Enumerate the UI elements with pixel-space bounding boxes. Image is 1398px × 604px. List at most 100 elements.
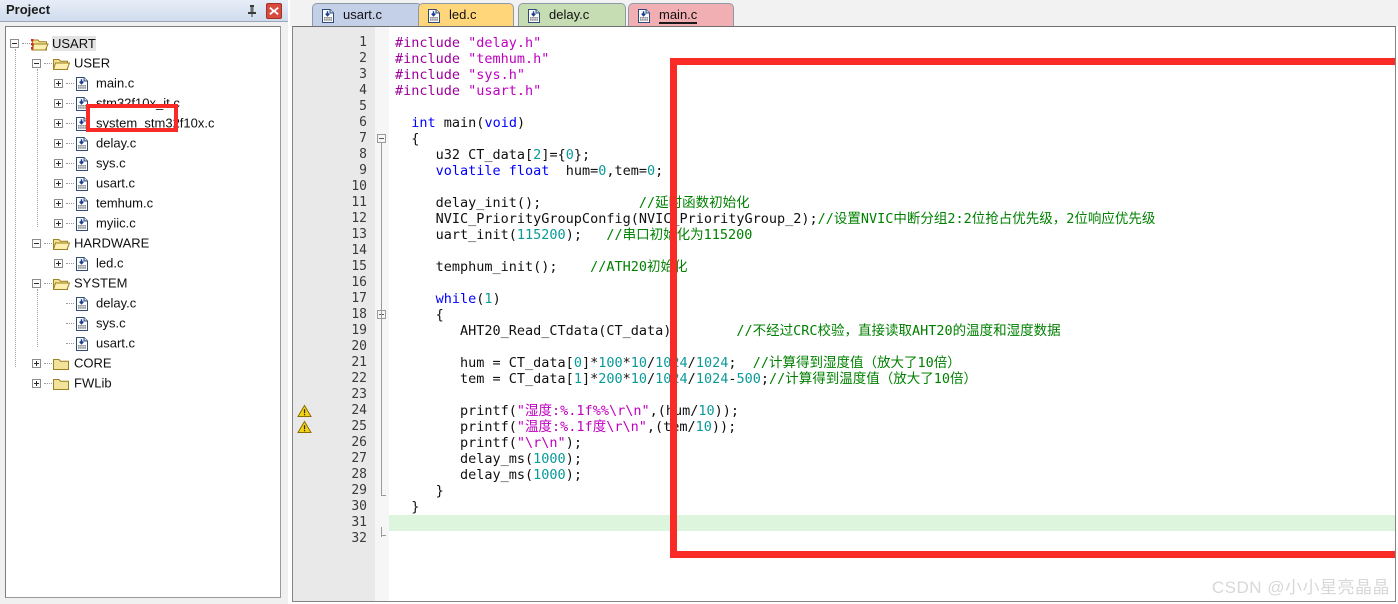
code-line[interactable] — [395, 387, 403, 403]
code-line[interactable]: printf("\r\n"); — [395, 435, 582, 451]
code-line[interactable]: uart_init(115200); //串口初始化为115200 — [395, 227, 753, 243]
code-line[interactable]: #include "temhum.h" — [395, 51, 549, 67]
tree-item-label: HARDWARE — [74, 235, 150, 251]
tree-item-label: USER — [74, 55, 111, 71]
tree-item-delay-c[interactable]: delay.c — [54, 293, 136, 313]
code-line[interactable] — [395, 531, 403, 547]
code-line[interactable] — [395, 339, 403, 355]
warning-icon[interactable] — [297, 404, 313, 418]
code-line[interactable] — [395, 243, 403, 259]
code-line[interactable]: hum = CT_data[0]*100*10/1024/1024; //计算得… — [395, 355, 961, 371]
tree-expander-icon[interactable] — [54, 99, 63, 109]
tree-item-main-c[interactable]: main.c — [54, 73, 134, 93]
tree-item-sys-c[interactable]: sys.c — [54, 313, 126, 333]
tree-item-myiic-c[interactable]: myiic.c — [54, 213, 136, 233]
code-line[interactable]: printf("湿度:%.1f%%\r\n",(hum/10)); — [395, 403, 739, 419]
tab-label: main.c — [659, 7, 698, 24]
tree-expander-icon[interactable] — [54, 79, 63, 89]
tree-item-temhum-c[interactable]: temhum.c — [54, 193, 153, 213]
code-line[interactable]: tem = CT_data[1]*200*10/1024/1024-500;//… — [395, 371, 977, 387]
code-line[interactable]: NVIC_PriorityGroupConfig(NVIC_PriorityGr… — [395, 211, 1156, 227]
code-line[interactable] — [395, 275, 403, 291]
tree-expander-icon[interactable] — [54, 199, 63, 209]
tree-item-sys-c[interactable]: sys.c — [54, 153, 126, 173]
code-line[interactable]: AHT20_Read_CTdata(CT_data); //不经过CRC校验，直… — [395, 323, 1061, 339]
tree-expander-icon[interactable] — [54, 139, 63, 149]
project-panel-titlebar: Project — [0, 0, 288, 22]
editor-fold-column[interactable] — [375, 27, 389, 601]
tree-expander-icon[interactable] — [54, 159, 63, 169]
code-line[interactable]: } — [395, 483, 444, 499]
tree-item-delay-c[interactable]: delay.c — [54, 133, 136, 153]
tree-item-label: CORE — [74, 355, 112, 371]
folder-icon — [53, 377, 70, 391]
c-file-icon — [75, 76, 92, 91]
tree-expander-icon[interactable] — [54, 119, 63, 129]
tree-guide-dots — [44, 62, 52, 65]
line-number: 18 — [351, 307, 367, 322]
code-line[interactable]: { — [395, 307, 444, 323]
pin-icon[interactable] — [244, 3, 260, 19]
code-line[interactable]: #include "usart.h" — [395, 83, 541, 99]
code-line[interactable]: volatile float hum=0,tem=0; — [395, 163, 664, 179]
code-line[interactable]: int main(void) — [395, 115, 525, 131]
tab-led-c[interactable]: led.c — [418, 3, 514, 26]
line-number: 30 — [351, 499, 367, 514]
code-line[interactable]: while(1) — [395, 291, 501, 307]
c-file-icon — [75, 336, 92, 351]
code-line[interactable]: delay_ms(1000); — [395, 467, 582, 483]
tree-item-usart[interactable]: USART — [10, 33, 96, 53]
tree-item-usart-c[interactable]: usart.c — [54, 173, 135, 193]
code-line[interactable] — [395, 99, 403, 115]
line-number: 14 — [351, 243, 367, 258]
code-line[interactable] — [395, 179, 403, 195]
tree-item-usart-c[interactable]: usart.c — [54, 333, 135, 353]
tab-main-c[interactable]: main.c — [628, 3, 734, 26]
line-number: 5 — [359, 99, 367, 114]
tree-collapse-icon[interactable] — [32, 279, 41, 289]
tab-usart-c[interactable]: usart.c — [312, 3, 422, 26]
tree-collapse-icon[interactable] — [32, 239, 41, 249]
c-file-icon — [75, 216, 92, 231]
editor-tabstrip[interactable]: usart.c led.c delay.c main.c — [290, 0, 1398, 26]
code-line[interactable]: printf("温度:%.1f度\r\n",(tem/10)); — [395, 419, 736, 435]
code-line[interactable]: u32 CT_data[2]={0}; — [395, 147, 590, 163]
tree-collapse-icon[interactable] — [32, 59, 41, 69]
code-line[interactable]: } — [395, 499, 419, 515]
line-number: 20 — [351, 339, 367, 354]
code-line[interactable]: delay_init(); //延时函数初始化 — [395, 195, 750, 211]
code-line[interactable]: #include "sys.h" — [395, 67, 525, 83]
warning-icon[interactable] — [297, 420, 313, 434]
code-line[interactable]: delay_ms(1000); — [395, 451, 582, 467]
project-tree[interactable]: USART USER main.c stm32f10x_it.c system_stm3… — [5, 26, 281, 598]
code-line[interactable]: { — [395, 131, 419, 147]
tree-item-hardware[interactable]: HARDWARE — [32, 233, 149, 253]
tree-item-fwlib[interactable]: FWLib — [32, 373, 112, 393]
tree-expander-icon[interactable] — [54, 219, 63, 229]
tree-item-system[interactable]: SYSTEM — [32, 273, 127, 293]
line-number: 7 — [359, 131, 367, 146]
editor-frame[interactable]: 1 2 3 4 5 6 7 8 9 10 11 12 13 14 15 16 17 18 19 20 21 22 23 24 2… — [292, 26, 1396, 602]
code-line[interactable]: #include "delay.h" — [395, 35, 541, 51]
tree-item-user[interactable]: USER — [32, 53, 110, 73]
line-number: 15 — [351, 259, 367, 274]
fold-toggle-icon[interactable] — [377, 134, 386, 143]
fold-end-tick — [381, 495, 386, 496]
tree-expander-icon[interactable] — [54, 179, 63, 189]
tree-collapse-icon[interactable] — [10, 39, 19, 49]
line-number: 10 — [351, 179, 367, 194]
tree-guide-dots — [66, 342, 74, 345]
tree-item-led-c[interactable]: led.c — [54, 253, 123, 273]
tab-delay-c[interactable]: delay.c — [518, 3, 626, 26]
close-icon[interactable] — [266, 3, 282, 19]
tree-expander-icon[interactable] — [32, 379, 41, 389]
c-file-icon — [637, 8, 654, 23]
tree-item-label: usart.c — [96, 175, 136, 191]
line-number: 1 — [359, 35, 367, 50]
code-line[interactable]: temphum_init(); //ATH20初始化 — [395, 259, 688, 275]
tree-guide-dots — [44, 362, 52, 365]
tree-item-core[interactable]: CORE — [32, 353, 112, 373]
tree-expander-icon[interactable] — [54, 259, 63, 269]
tree-expander-icon[interactable] — [32, 359, 41, 369]
project-panel: Project USART USER main.c stm32f10x_it.c sys… — [0, 0, 288, 604]
